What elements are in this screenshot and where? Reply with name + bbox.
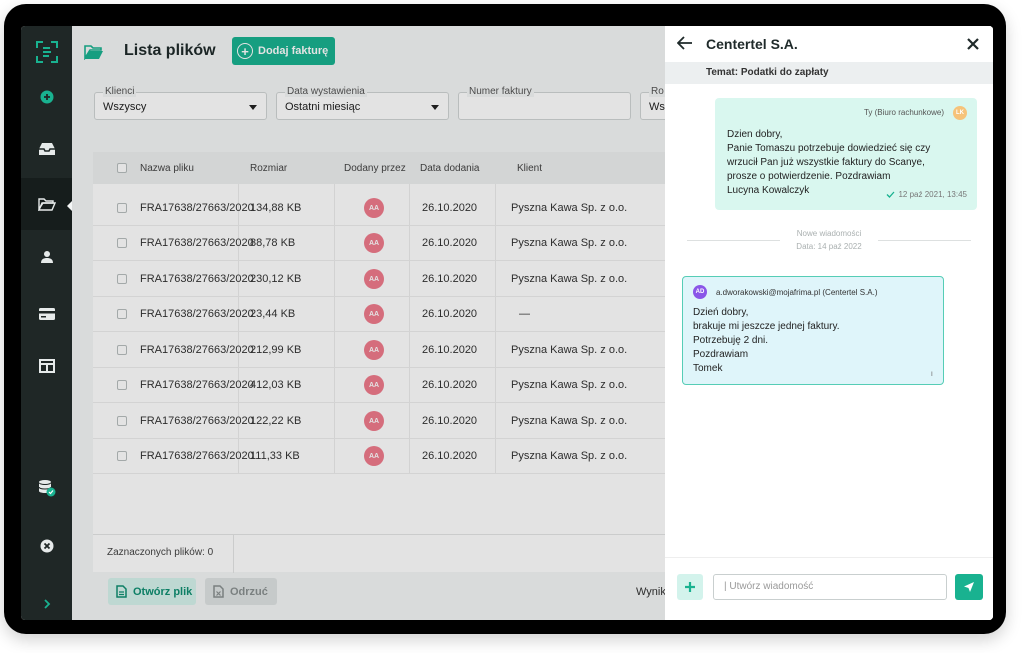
message-line: wrzucił Pan już wszystkie faktury do Sca… bbox=[727, 157, 925, 168]
chat-drawer: Centertel S.A. Temat: Podatki do zapłaty… bbox=[665, 26, 993, 620]
avatar: LK bbox=[953, 106, 967, 120]
compose-bar: | Utwórz wiadomość bbox=[665, 557, 993, 620]
divider-line bbox=[687, 240, 780, 241]
inbox-icon[interactable] bbox=[21, 123, 72, 175]
message-text: Dzień dobry, brakuje mi jeszcze jednej f… bbox=[693, 306, 840, 376]
new-messages-date: Data: 14 paź 2022 bbox=[796, 242, 862, 251]
add-attachment-button[interactable] bbox=[677, 574, 703, 600]
close-circle-icon[interactable] bbox=[21, 520, 72, 572]
message-timestamp: 12 paź 2021, 13:45 bbox=[898, 190, 967, 199]
plus-icon bbox=[685, 582, 695, 592]
message-line: prosze o potwierdzenie. Pozdrawiam bbox=[727, 171, 891, 182]
chevron-right-icon[interactable] bbox=[21, 578, 72, 620]
drawer-header: Centertel S.A. bbox=[665, 26, 993, 62]
message-line: Dzień dobry, bbox=[693, 307, 749, 318]
message-input[interactable]: | Utwórz wiadomość bbox=[713, 574, 947, 600]
message-line: Pozdrawiam bbox=[693, 349, 749, 360]
message-text: Dzien dobry, Panie Tomaszu potrzebuje do… bbox=[727, 128, 930, 198]
incoming-message: AD a.dworakowski@mojafrima.pl (Centertel… bbox=[682, 276, 944, 385]
message-time: 12 paź 2021, 13:45 bbox=[886, 190, 967, 199]
send-icon bbox=[964, 582, 974, 592]
folder-open-icon[interactable] bbox=[21, 178, 73, 230]
check-icon bbox=[887, 191, 895, 198]
drawer-title: Centertel S.A. bbox=[706, 36, 798, 52]
sidebar bbox=[21, 26, 73, 620]
message-line: Potrzebuję 2 dni. bbox=[693, 335, 769, 346]
back-arrow-icon[interactable] bbox=[676, 36, 693, 55]
app-screen: Lista plików + Dodaj fakturę Klienci Wsz… bbox=[21, 26, 993, 620]
divider-line bbox=[878, 240, 971, 241]
new-messages-divider: Nowe wiadomości Data: 14 paź 2022 bbox=[665, 229, 993, 253]
message-sender: Ty (Biuro rachunkowe) bbox=[863, 108, 944, 117]
close-icon[interactable] bbox=[967, 37, 979, 55]
message-line: Dzien dobry, bbox=[727, 129, 783, 140]
user-icon[interactable] bbox=[21, 231, 72, 283]
message-line: brakuje mi jeszcze jednej faktury. bbox=[693, 321, 840, 332]
message-marker: ı bbox=[930, 369, 933, 378]
device-frame: Lista plików + Dodaj fakturę Klienci Wsz… bbox=[4, 4, 1006, 634]
new-messages-label: Nowe wiadomości bbox=[796, 229, 862, 238]
send-button[interactable] bbox=[955, 574, 983, 600]
credit-card-icon[interactable] bbox=[21, 288, 72, 340]
add-circle-icon[interactable] bbox=[21, 71, 72, 123]
topic-label: Temat: Podatki do zapłaty bbox=[706, 67, 829, 78]
outgoing-message: Ty (Biuro rachunkowe) LK Dzien dobry, Pa… bbox=[715, 98, 977, 210]
message-sender: a.dworakowski@mojafrima.pl (Centertel S.… bbox=[716, 288, 878, 297]
database-check-icon[interactable] bbox=[21, 462, 72, 514]
topic-bar: Temat: Podatki do zapłaty bbox=[665, 62, 993, 84]
avatar: AD bbox=[693, 285, 707, 299]
message-line: Tomek bbox=[693, 363, 723, 374]
layout-icon[interactable] bbox=[21, 340, 72, 392]
message-line: Panie Tomaszu potrzebuje dowiedzieć się … bbox=[727, 143, 931, 154]
